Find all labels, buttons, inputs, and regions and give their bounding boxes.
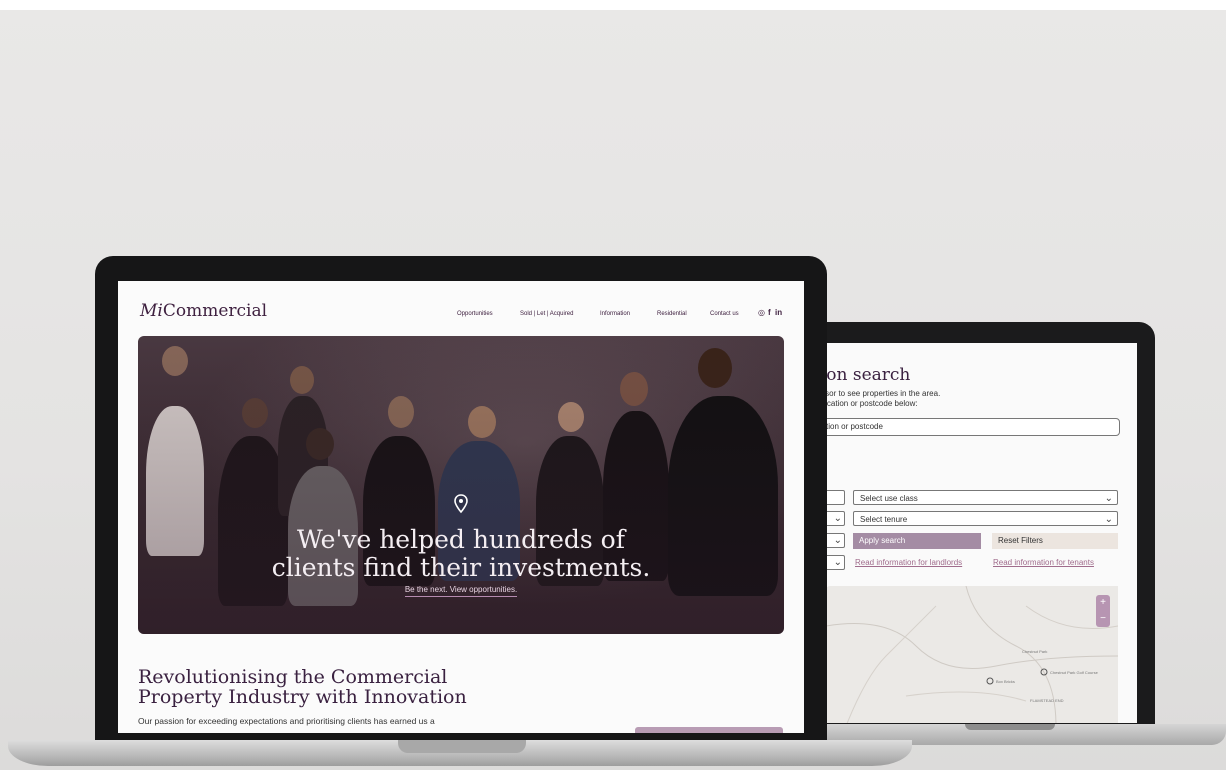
- section-cta-button[interactable]: [635, 727, 783, 733]
- hero-title-line-1: We've helped hundreds of: [297, 525, 625, 554]
- chevron-down-icon: ⌄: [1104, 514, 1113, 525]
- back-laptop-screen: tion search cursor to see properties in …: [826, 343, 1137, 723]
- chevron-down-icon: ⌄: [833, 513, 842, 524]
- chevron-down-icon: ⌄: [1104, 493, 1113, 504]
- filter-select-stub-2[interactable]: ⌄: [826, 511, 845, 526]
- linkedin-icon[interactable]: in: [775, 308, 782, 317]
- location-search-title: tion search: [826, 365, 911, 385]
- location-search-placeholder: tion or postcode: [826, 422, 883, 431]
- filter-select-stub-3[interactable]: ⌄: [826, 533, 845, 548]
- back-laptop-notch: [965, 724, 1055, 730]
- filter-select-stub-1[interactable]: [826, 490, 845, 505]
- zoom-out-button[interactable]: −: [1096, 611, 1110, 627]
- top-band: [0, 0, 1226, 10]
- apply-search-button[interactable]: Apply search: [853, 533, 981, 549]
- location-pin-icon: [454, 494, 468, 514]
- map-label: Chestnut Park Golf Course: [1050, 670, 1098, 675]
- front-laptop-screen: MiCommercial Opportunities Sold | Let | …: [118, 281, 804, 733]
- zoom-in-button[interactable]: +: [1096, 595, 1110, 611]
- section-body-text: Our passion for exceeding expectations a…: [138, 716, 435, 726]
- nav-opportunities[interactable]: Opportunities: [457, 311, 493, 317]
- map-label: Chestnut Park: [1022, 649, 1048, 654]
- nav-contact-us[interactable]: Contact us: [710, 311, 739, 317]
- map-zoom-control[interactable]: + −: [1096, 595, 1110, 627]
- facebook-icon[interactable]: f: [768, 308, 771, 317]
- front-laptop-notch: [398, 740, 526, 753]
- hero-banner: We've helped hundreds of clients find th…: [138, 336, 784, 634]
- nav-information[interactable]: Information: [600, 311, 630, 317]
- section-title: Revolutionising the Commercial Property …: [138, 666, 467, 708]
- nav-sold-let-acquired[interactable]: Sold | Let | Acquired: [520, 311, 573, 317]
- site-logo[interactable]: MiCommercial: [140, 301, 267, 321]
- landlords-info-link[interactable]: Read information for landlords: [855, 558, 962, 567]
- property-map[interactable]: Chestnut Park Chestnut Park Golf Course …: [826, 586, 1118, 723]
- location-search-subtitle: cursor to see properties in the area. a …: [826, 389, 941, 408]
- reset-filters-button[interactable]: Reset Filters: [992, 533, 1118, 549]
- hero-cta-link[interactable]: Be the next. View opportunities.: [138, 585, 784, 597]
- chevron-down-icon: ⌄: [833, 535, 842, 546]
- map-roads: [826, 586, 1118, 723]
- chevron-down-icon: ⌄: [833, 557, 842, 568]
- tenure-select[interactable]: Select tenure ⌄: [853, 511, 1118, 526]
- tenants-info-link[interactable]: Read information for tenants: [993, 558, 1094, 567]
- use-class-select[interactable]: Select use class ⌄: [853, 490, 1118, 505]
- map-label: Box Bricks: [996, 679, 1015, 684]
- nav-residential[interactable]: Residential: [657, 311, 687, 317]
- instagram-icon[interactable]: ◎: [758, 308, 765, 317]
- map-label: FLAMSTEAD END: [1030, 698, 1064, 703]
- hero-title-line-2: clients find their investments.: [271, 553, 651, 582]
- filter-select-stub-4[interactable]: ⌄: [826, 555, 845, 570]
